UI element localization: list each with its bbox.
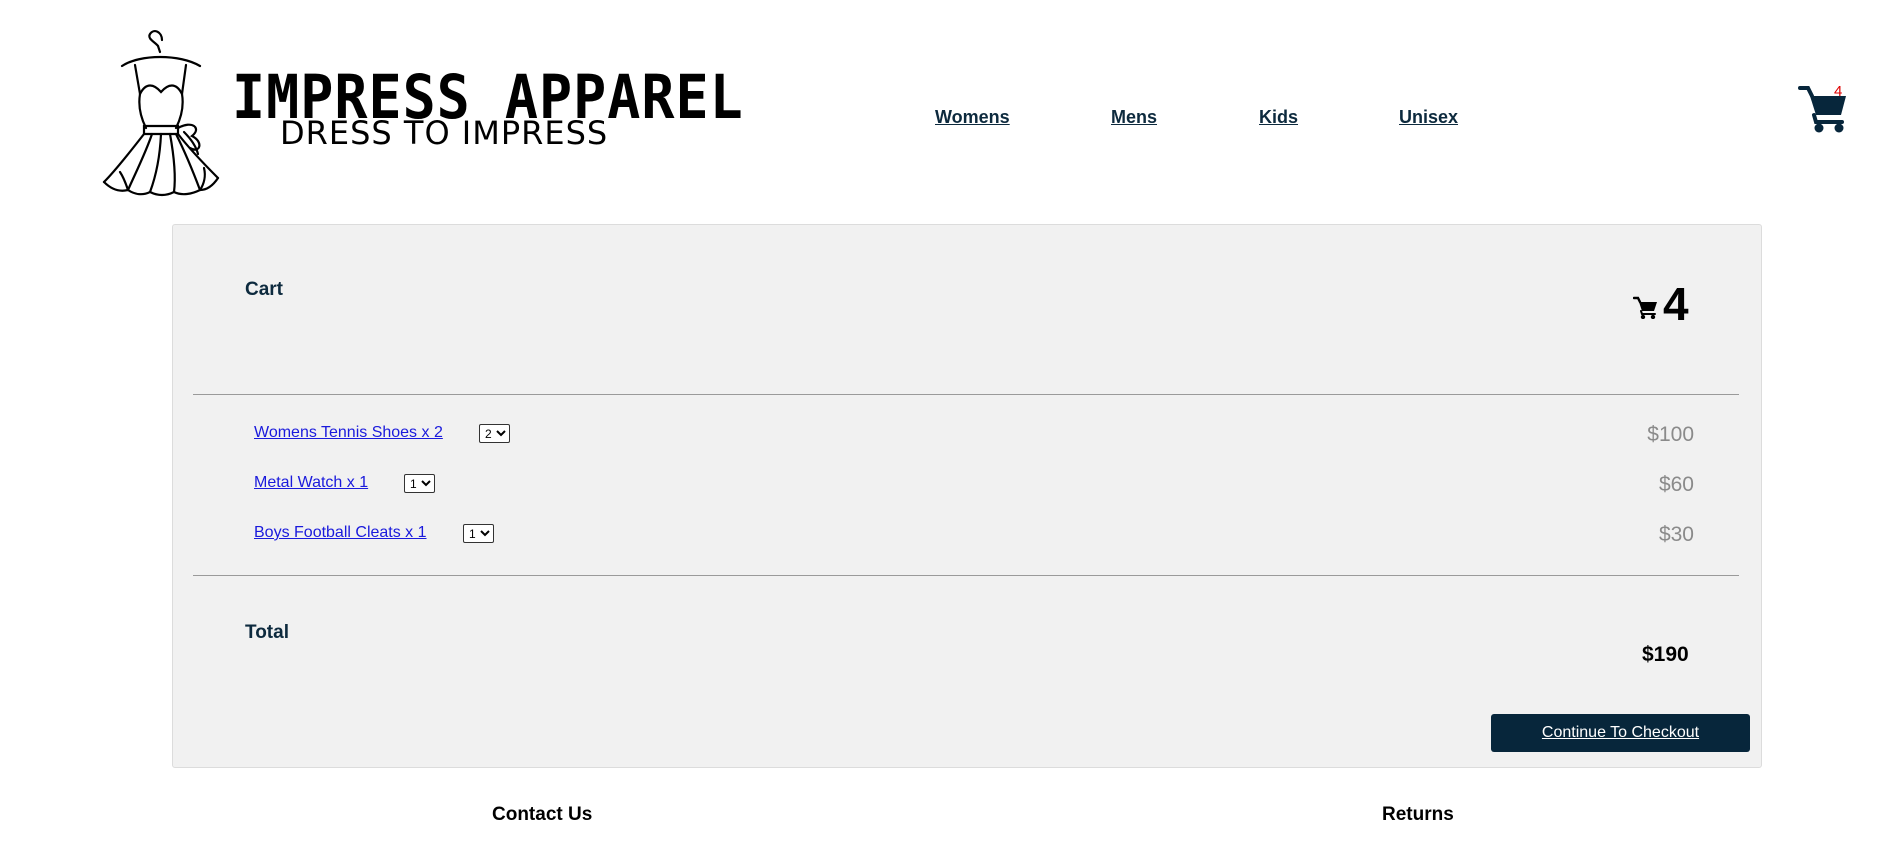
cart-line-item: Boys Football Cleats x 1 1 $30 [254, 520, 1694, 548]
site-header: IMPRESS APPAREL DRESS TO IMPRESS Womens … [0, 0, 1903, 210]
dress-logo-icon [102, 30, 220, 197]
divider [193, 575, 1739, 576]
cart-item-count: 4 [1663, 278, 1689, 330]
footer-contact-heading[interactable]: Contact Us [492, 804, 592, 826]
divider [193, 394, 1739, 395]
cart-line-item: Metal Watch x 1 1 $60 [254, 470, 1694, 498]
item-link-boys-football-cleats[interactable]: Boys Football Cleats x 1 [254, 524, 427, 542]
quantity-select[interactable]: 1 [404, 474, 435, 493]
quantity-select[interactable]: 2 [479, 424, 510, 443]
nav-link-unisex[interactable]: Unisex [1399, 107, 1458, 128]
cart-panel: Cart 4 Womens Tennis Shoes x 2 2 $100 Me… [172, 224, 1762, 768]
nav-link-womens[interactable]: Womens [935, 107, 1010, 128]
brand-logo[interactable]: IMPRESS APPAREL DRESS TO IMPRESS [100, 22, 743, 202]
cart-line-item: Womens Tennis Shoes x 2 2 $100 [254, 420, 1694, 448]
nav-link-kids[interactable]: Kids [1259, 107, 1298, 128]
quantity-select[interactable]: 1 [463, 524, 494, 543]
total-value: $190 [1642, 643, 1689, 666]
brand-tagline: DRESS TO IMPRESS [280, 114, 609, 152]
item-price: $30 [1658, 523, 1694, 546]
continue-to-checkout-button[interactable]: Continue To Checkout [1491, 714, 1750, 752]
item-price: $100 [1647, 423, 1694, 446]
item-link-womens-tennis-shoes[interactable]: Womens Tennis Shoes x 2 [254, 424, 443, 442]
item-price: $60 [1658, 473, 1694, 496]
cart-title: Cart [245, 279, 284, 300]
item-link-metal-watch[interactable]: Metal Watch x 1 [254, 474, 368, 492]
footer-returns-heading[interactable]: Returns [1382, 804, 1454, 826]
nav-link-mens[interactable]: Mens [1111, 107, 1157, 128]
cart-count-badge: 4 [1834, 83, 1843, 100]
total-label: Total [245, 622, 289, 643]
cart-icon [1633, 296, 1657, 319]
